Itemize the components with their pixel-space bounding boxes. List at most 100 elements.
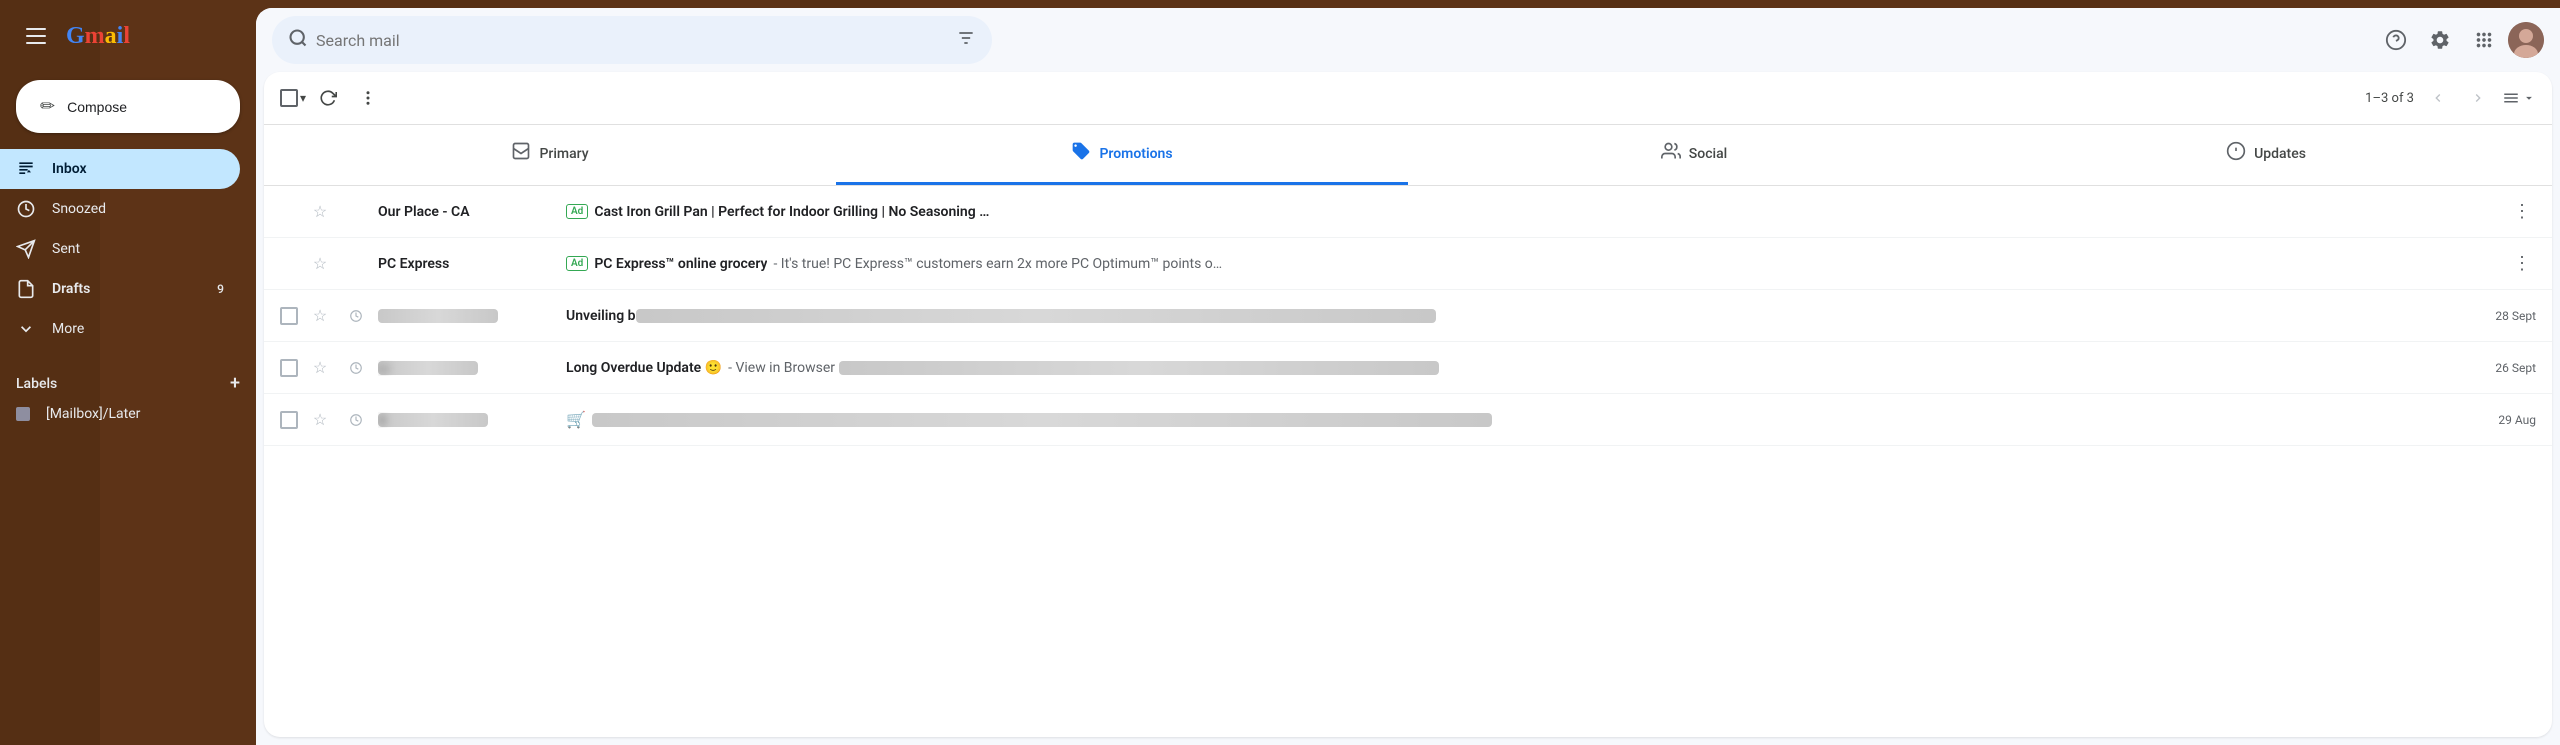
help-button[interactable] (2376, 20, 2416, 60)
sent-icon (16, 239, 36, 259)
main-content: ▾ 1–3 of 3 (256, 8, 2560, 745)
star-button[interactable]: ☆ (306, 250, 334, 278)
refresh-button[interactable] (310, 80, 346, 116)
toolbar-right: 1–3 of 3 (2365, 82, 2536, 114)
email-snippet: - It's true! PC Express™ customers earn … (773, 256, 1222, 272)
email-date: 29 Aug (2498, 413, 2536, 427)
labels-section: Labels + [Mailbox]/Later (0, 357, 256, 434)
next-page-button[interactable] (2462, 82, 2494, 114)
select-all-checkbox[interactable] (280, 89, 298, 107)
snooze-button[interactable] (342, 406, 370, 434)
label-mailbox-later-text: [Mailbox]/Later (46, 406, 140, 422)
email-content: Ad Cast Iron Grill Pan | Perfect for Ind… (566, 204, 2500, 220)
ad-badge: Ad (566, 204, 588, 219)
logo-l: l (123, 23, 130, 49)
email-checkbox[interactable] (280, 307, 298, 325)
inbox-icon (16, 159, 36, 179)
pagination-info: 1–3 of 3 (2365, 91, 2414, 106)
email-checkbox[interactable] (280, 359, 298, 377)
email-row[interactable]: ☆ PC Express Ad PC Express™ online groce… (264, 238, 2552, 290)
logo-g: G (66, 23, 85, 49)
sidebar-item-sent[interactable]: Sent (0, 229, 240, 269)
snooze-button[interactable] (342, 302, 370, 330)
updates-tab-icon (2226, 141, 2246, 166)
email-subject: Unveiling b (566, 308, 1436, 324)
label-item-mailbox-later[interactable]: [Mailbox]/Later (16, 402, 240, 426)
snoozed-label: Snoozed (52, 201, 224, 217)
gmail-logo: Gmail (66, 23, 130, 50)
email-subject: PC Express™ online grocery (594, 256, 767, 272)
settings-button[interactable] (2420, 20, 2460, 60)
inbox-label: Inbox (52, 161, 224, 177)
select-all-checkbox-area[interactable]: ▾ (280, 89, 306, 107)
email-more-button[interactable]: ⋮ (2508, 250, 2536, 278)
drafts-icon (16, 279, 36, 299)
drafts-label: Drafts (52, 281, 188, 297)
tab-updates[interactable]: Updates (1980, 125, 2552, 185)
search-bar (272, 16, 992, 64)
view-toggle-button[interactable] (2502, 89, 2536, 107)
more-label: More (52, 321, 224, 337)
email-content: Unveiling b (566, 308, 2487, 324)
email-row[interactable]: ☆ Unveiling b (264, 290, 2552, 342)
star-button[interactable]: ☆ (306, 354, 334, 382)
sidebar-header: Gmail (0, 8, 256, 72)
email-more-button[interactable]: ⋮ (2508, 198, 2536, 226)
more-expand-icon (16, 319, 36, 339)
updates-tab-label: Updates (2254, 146, 2306, 162)
email-sender (378, 308, 558, 324)
search-input[interactable] (316, 31, 948, 50)
add-label-button[interactable]: + (230, 373, 240, 394)
labels-header: Labels + (16, 365, 240, 402)
email-row[interactable]: ☆ Li Long Overdue Update 🙂 - View in Bro… (264, 342, 2552, 394)
sidebar-item-inbox[interactable]: Inbox (0, 149, 240, 189)
logo-m1: m (85, 23, 105, 49)
snooze-button[interactable] (342, 354, 370, 382)
email-icon: 🛒 (566, 410, 586, 429)
sidebar: Gmail ✏ Compose Inbox Snoozed Sent Draft… (0, 0, 256, 745)
email-row[interactable]: ☆ S 🛒 (264, 394, 2552, 446)
promotions-tab-label: Promotions (1099, 146, 1172, 162)
email-list: ☆ Our Place - CA Ad Cast Iron Grill Pan … (264, 186, 2552, 737)
email-tabs: Primary Promotions Social Updates (264, 125, 2552, 186)
compose-label: Compose (67, 99, 127, 115)
search-filter-icon[interactable] (956, 28, 976, 53)
email-checkbox[interactable] (280, 411, 298, 429)
sidebar-item-more[interactable]: More (0, 309, 240, 349)
ad-badge: Ad (566, 256, 588, 271)
email-date: 28 Sept (2495, 309, 2536, 323)
promotions-tab-icon (1071, 141, 1091, 166)
primary-tab-label: Primary (539, 146, 588, 162)
select-dropdown-chevron[interactable]: ▾ (300, 91, 306, 105)
tab-primary[interactable]: Primary (264, 125, 836, 185)
email-row[interactable]: ☆ Our Place - CA Ad Cast Iron Grill Pan … (264, 186, 2552, 238)
star-button[interactable]: ☆ (306, 302, 334, 330)
star-button[interactable]: ☆ (306, 198, 334, 226)
logo-a: a (105, 23, 117, 49)
email-snippet: - View in Browser (728, 360, 1438, 376)
user-avatar[interactable] (2508, 22, 2544, 58)
star-button[interactable]: ☆ (306, 406, 334, 434)
prev-page-button[interactable] (2422, 82, 2454, 114)
email-toolbar: ▾ 1–3 of 3 (264, 72, 2552, 125)
more-options-button[interactable] (350, 80, 386, 116)
email-sender: PC Express (378, 256, 558, 272)
tab-promotions[interactable]: Promotions (836, 125, 1408, 185)
search-icon (288, 28, 308, 53)
compose-pencil-icon: ✏ (40, 96, 55, 117)
email-content: 🛒 (566, 410, 2490, 429)
apps-button[interactable] (2464, 20, 2504, 60)
hamburger-menu-button[interactable] (16, 16, 56, 56)
snoozed-icon (16, 199, 36, 219)
social-tab-label: Social (1689, 146, 1727, 162)
sidebar-item-snoozed[interactable]: Snoozed (0, 189, 240, 229)
toolbar-left: ▾ (280, 80, 386, 116)
email-sender: Our Place - CA (378, 204, 558, 220)
tab-social[interactable]: Social (1408, 125, 1980, 185)
email-content: Long Overdue Update 🙂 - View in Browser (566, 360, 2487, 376)
top-bar (256, 8, 2560, 72)
compose-button[interactable]: ✏ Compose (16, 80, 240, 133)
sidebar-item-drafts[interactable]: Drafts 9 (0, 269, 240, 309)
search-input-wrapper (272, 16, 992, 64)
email-content: Ad PC Express™ online grocery - It's tru… (566, 256, 2500, 272)
